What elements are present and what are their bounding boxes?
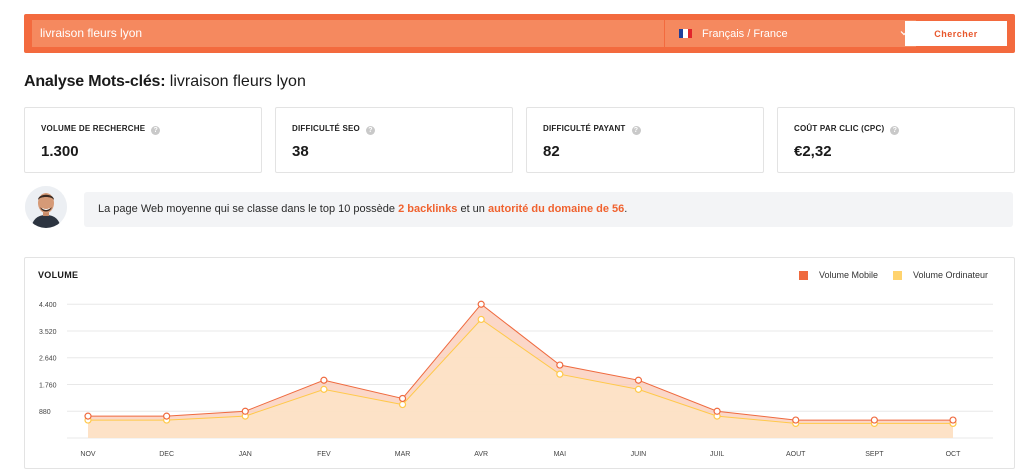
- language-select[interactable]: Français / France: [665, 20, 916, 47]
- metric-card-paid-difficulty: DIFFICULTÉ PAYANT? 82: [526, 107, 764, 173]
- point-mobile: [713, 407, 721, 415]
- point-mobile: [320, 376, 328, 384]
- volume-chart: 880 1.760 2.640 3.520 4.400 NOV DEC JAN FEV MAR AV…: [39, 300, 993, 458]
- x-tick-label: MAI: [554, 451, 567, 458]
- tip-authority-highlight: autorité du domaine de 56: [487, 203, 625, 215]
- metric-label-paid-difficulty: DIFFICULTÉ PAYANT?: [543, 124, 641, 135]
- point-mobile: [398, 394, 407, 403]
- legend-label-desktop: Volume Ordinateur: [913, 270, 989, 280]
- point-mobile: [477, 300, 485, 308]
- legend-label-mobile: Volume Mobile: [819, 270, 879, 280]
- x-tick-label: AVR: [474, 451, 488, 458]
- metric-card-seo-difficulty: DIFFICULTÉ SEO? 38: [275, 107, 513, 173]
- point-mobile: [84, 412, 92, 420]
- legend-item-desktop[interactable]: Volume Ordinateur: [893, 270, 988, 280]
- x-tick-label: AOUT: [786, 451, 806, 458]
- x-tick-label: JAN: [239, 451, 252, 458]
- y-tick-label: 2.640: [39, 356, 57, 363]
- metric-card-search-volume: VOLUME DE RECHERCHE? 1.300: [24, 107, 262, 173]
- page-title-prefix: Analyse Mots-clés:: [24, 73, 166, 90]
- tip-text: La page Web moyenne qui se classe dans l…: [98, 203, 399, 215]
- france-flag-icon: [679, 29, 692, 38]
- avatar: [25, 186, 67, 228]
- point-mobile: [634, 376, 643, 384]
- point-desktop: [320, 385, 328, 393]
- x-tick-label: DEC: [159, 451, 174, 458]
- x-tick-label: JUIN: [631, 451, 647, 458]
- metric-label-text: DIFFICULTÉ SEO: [292, 124, 360, 133]
- language-select-label: Français / France: [702, 27, 788, 40]
- legend-swatch-mobile: [799, 270, 808, 280]
- metric-value-cpc: €2,32: [794, 143, 832, 160]
- point-mobile: [870, 416, 878, 424]
- metric-value-paid-difficulty: 82: [543, 143, 560, 160]
- point-desktop: [556, 370, 564, 378]
- x-tick-label: OCT: [946, 451, 962, 458]
- x-tick-label: JUIL: [710, 451, 725, 458]
- keyword-search-bar: Français / France Chercher: [24, 14, 1015, 53]
- page-title-keyword: livraison fleurs lyon: [169, 73, 306, 90]
- x-tick-label: SEPT: [865, 451, 884, 458]
- y-tick-label: 1.760: [39, 382, 57, 389]
- legend-item-mobile[interactable]: Volume Mobile: [799, 270, 878, 280]
- volume-chart-card: 880 1.760 2.640 3.520 4.400 NOV DEC JAN FEV MAR AV…: [24, 257, 1015, 469]
- backlinks-tip: La page Web moyenne qui se classe dans l…: [84, 192, 1013, 227]
- point-mobile: [241, 407, 249, 415]
- metric-label-text: VOLUME DE RECHERCHE: [41, 124, 146, 133]
- chart-title: VOLUME: [38, 270, 79, 280]
- y-tick-label: 880: [39, 409, 51, 416]
- x-tick-label: FEV: [317, 451, 331, 458]
- metric-card-cpc: COÛT PAR CLIC (CPC)? €2,32: [777, 107, 1015, 173]
- page-title: Analyse Mots-clés: livraison fleurs lyon: [24, 73, 306, 91]
- metric-label-cpc: COÛT PAR CLIC (CPC)?: [794, 124, 900, 135]
- search-button[interactable]: Chercher: [905, 21, 1007, 46]
- point-mobile: [556, 361, 564, 369]
- metric-label-search-volume: VOLUME DE RECHERCHE?: [41, 124, 161, 135]
- legend-swatch-desktop: [893, 270, 902, 280]
- keyword-search-input[interactable]: [32, 20, 664, 47]
- x-tick-label: NOV: [80, 451, 96, 458]
- metric-value-seo-difficulty: 38: [292, 143, 309, 160]
- avatar-portrait-icon: [25, 186, 67, 228]
- metric-label-text: COÛT PAR CLIC (CPC): [794, 124, 885, 133]
- y-tick-label: 3.520: [39, 329, 57, 336]
- help-icon[interactable]: ?: [365, 126, 375, 135]
- help-icon[interactable]: ?: [631, 126, 641, 135]
- point-desktop: [634, 385, 643, 393]
- x-tick-label: MAR: [395, 451, 411, 458]
- metric-label-text: DIFFICULTÉ PAYANT: [543, 124, 626, 133]
- point-mobile: [163, 412, 171, 420]
- help-icon[interactable]: ?: [151, 126, 161, 135]
- metric-label-seo-difficulty: DIFFICULTÉ SEO?: [292, 124, 375, 135]
- point-mobile: [949, 416, 957, 424]
- point-mobile: [792, 416, 800, 424]
- metric-value-search-volume: 1.300: [41, 143, 79, 160]
- point-desktop: [398, 400, 407, 409]
- y-tick-label: 4.400: [39, 302, 57, 309]
- help-icon[interactable]: ?: [890, 126, 900, 135]
- tip-text: .: [624, 203, 628, 215]
- point-desktop: [477, 315, 485, 324]
- tip-backlinks-highlight: 2 backlinks: [398, 203, 458, 215]
- tip-text: et un: [457, 203, 488, 215]
